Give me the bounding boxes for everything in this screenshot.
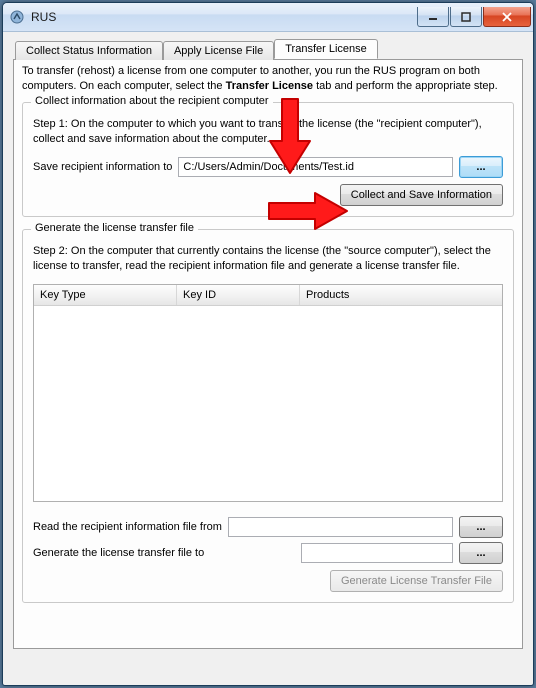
app-window: RUS Collect Status Information Apply Lic… (2, 2, 534, 686)
generate-button-row: Generate License Transfer File (33, 570, 503, 592)
column-key-type[interactable]: Key Type (34, 285, 177, 305)
save-path-label: Save recipient information to (33, 161, 172, 173)
step2-text: Step 2: On the computer that currently c… (33, 244, 503, 274)
read-file-input[interactable] (228, 517, 453, 537)
read-file-row: Read the recipient information file from… (33, 516, 503, 538)
tab-page-transfer: To transfer (rehost) a license from one … (13, 59, 523, 649)
save-path-row: Save recipient information to ... (33, 156, 503, 178)
window-controls (417, 7, 531, 27)
step1-text: Step 1: On the computer to which you wan… (33, 117, 503, 147)
read-file-label: Read the recipient information file from (33, 521, 222, 533)
tab-label: Collect Status Information (26, 45, 152, 57)
maximize-button[interactable] (450, 7, 482, 27)
tab-apply-license[interactable]: Apply License File (163, 41, 274, 60)
collect-button-row: Collect and Save Information (33, 184, 503, 206)
tab-collect-status[interactable]: Collect Status Information (15, 41, 163, 60)
column-products[interactable]: Products (300, 285, 502, 305)
tab-bar: Collect Status Information Apply License… (13, 39, 523, 59)
save-path-input[interactable] (178, 157, 453, 177)
gen-file-input[interactable] (301, 543, 453, 563)
intro-post: tab and perform the appropriate step. (313, 80, 498, 92)
browse-save-path-button[interactable]: ... (459, 156, 503, 178)
intro-text: To transfer (rehost) a license from one … (22, 64, 514, 94)
collect-save-button[interactable]: Collect and Save Information (340, 184, 503, 206)
group-title: Collect information about the recipient … (31, 95, 273, 107)
column-key-id[interactable]: Key ID (177, 285, 300, 305)
browse-label: ... (476, 161, 485, 173)
minimize-button[interactable] (417, 7, 449, 27)
window-title: RUS (31, 10, 417, 24)
group-collect-info: Collect information about the recipient … (22, 102, 514, 218)
tab-label: Apply License File (174, 45, 263, 57)
button-label: Collect and Save Information (351, 189, 492, 201)
app-icon (9, 9, 25, 25)
close-button[interactable] (483, 7, 531, 27)
generate-transfer-button: Generate License Transfer File (330, 570, 503, 592)
gen-file-label: Generate the license transfer file to (33, 547, 204, 559)
listview-header: Key Type Key ID Products (34, 285, 502, 306)
button-label: Generate License Transfer File (341, 575, 492, 587)
tab-transfer-license[interactable]: Transfer License (274, 39, 378, 59)
browse-gen-file-button[interactable]: ... (459, 542, 503, 564)
intro-bold: Transfer License (226, 80, 313, 92)
titlebar: RUS (3, 3, 533, 32)
tab-label: Transfer License (285, 43, 367, 55)
client-area: Collect Status Information Apply License… (3, 31, 533, 685)
browse-label: ... (476, 547, 485, 559)
browse-label: ... (476, 521, 485, 533)
group-title: Generate the license transfer file (31, 222, 198, 234)
license-listview[interactable]: Key Type Key ID Products (33, 284, 503, 502)
browse-read-file-button[interactable]: ... (459, 516, 503, 538)
gen-file-row: Generate the license transfer file to ..… (33, 542, 503, 564)
group-generate-file: Generate the license transfer file Step … (22, 229, 514, 603)
